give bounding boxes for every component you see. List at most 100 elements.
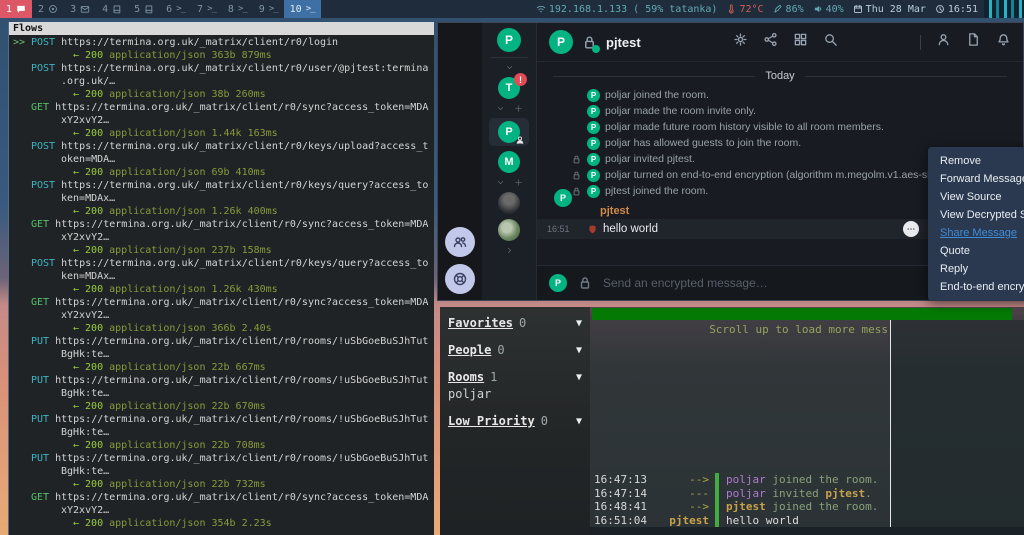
header-apps-button[interactable]	[793, 32, 808, 52]
flow-meta: application/json 237b 158ms	[103, 245, 272, 256]
room-avatar-T[interactable]: T!	[498, 77, 520, 99]
statue-avatar[interactable]	[498, 192, 520, 214]
header-files-button[interactable]	[966, 32, 981, 52]
status-segment-4: Thu 28 Mar	[853, 4, 926, 15]
collapse-arrow-icon[interactable]: ▼	[576, 344, 582, 358]
flow-request-line: PUT https://termina.org.uk/_matrix/clien…	[13, 452, 434, 465]
menu-item-end-to-end-encry[interactable]: End-to-end encry	[928, 278, 1024, 296]
header-share-button[interactable]	[763, 32, 778, 52]
section-toggle-rooms[interactable]	[496, 104, 523, 113]
header-notifications-button[interactable]	[996, 32, 1011, 52]
flows-header: Flows	[9, 22, 434, 35]
flow-row[interactable]: >>POST https://termina.org.uk/_matrix/cl…	[13, 36, 434, 62]
menu-item-quote[interactable]: Quote	[928, 242, 1024, 260]
collapse-arrow-icon[interactable]: ▼	[576, 317, 582, 331]
sender-avatar[interactable]: P	[554, 189, 572, 207]
section-toggle-invites[interactable]	[505, 63, 514, 72]
terminal-icon: >_	[238, 4, 247, 14]
flow-response: ← 200 application/json 1.44k 163ms	[13, 127, 434, 140]
system-status: 192.168.1.133 ( 59% tatanka)72°C86%40%Th…	[536, 4, 984, 15]
workspace-4[interactable]: 4	[96, 0, 128, 18]
room-avatar[interactable]: P	[549, 30, 573, 54]
event-text: poljar made the room invite only.	[605, 105, 756, 117]
flow-row[interactable]: GET https://termina.org.uk/_matrix/clien…	[13, 491, 434, 530]
workspace-2[interactable]: 2	[32, 0, 64, 18]
menu-item-share-message[interactable]: Share Message	[928, 224, 1024, 242]
flow-meta: application/json 69b 410ms	[103, 167, 266, 178]
settings-icon	[733, 32, 748, 47]
chat-message: hello world	[726, 514, 799, 527]
header-search-button[interactable]	[823, 32, 838, 52]
section-favorites[interactable]: Favorites0▼	[448, 316, 582, 330]
menu-item-view-source[interactable]: View Source	[928, 188, 1024, 206]
flow-row[interactable]: POST https://termina.org.uk/_matrix/clie…	[13, 179, 434, 218]
event-avatar: P	[587, 169, 600, 182]
members-icon	[936, 32, 951, 47]
flow-request-line: PUT https://termina.org.uk/_matrix/clien…	[13, 335, 434, 348]
workspace-8[interactable]: 8>_	[222, 0, 253, 18]
flow-row[interactable]: PUT https://termina.org.uk/_matrix/clien…	[13, 452, 434, 491]
flow-row[interactable]: PUT https://termina.org.uk/_matrix/clien…	[13, 374, 434, 413]
flow-row[interactable]: GET https://termina.org.uk/_matrix/clien…	[13, 218, 434, 257]
message-options-button[interactable]	[903, 221, 919, 237]
section-label: Rooms	[448, 370, 484, 384]
flow-row[interactable]: POST https://termina.org.uk/_matrix/clie…	[13, 140, 434, 179]
collapse-arrow-icon[interactable]: ▼	[576, 371, 582, 385]
composer-input[interactable]: Send an encrypted message…	[603, 276, 983, 290]
flow-method: POST	[31, 63, 55, 74]
flow-row[interactable]: PUT https://termina.org.uk/_matrix/clien…	[13, 413, 434, 452]
flow-row[interactable]: GET https://termina.org.uk/_matrix/clien…	[13, 101, 434, 140]
workspace-3[interactable]: 3	[64, 0, 96, 18]
globe-avatar[interactable]	[498, 219, 520, 241]
menu-item-remove[interactable]: Remove	[928, 152, 1024, 170]
event-text: poljar invited pjtest.	[605, 153, 695, 165]
flow-method: GET	[31, 297, 49, 308]
workspace-9[interactable]: 9>_	[253, 0, 284, 18]
share-icon	[763, 32, 778, 47]
flow-status: ← 200	[73, 479, 103, 490]
workspace-7[interactable]: 7>_	[191, 0, 222, 18]
header-members-button[interactable]	[936, 32, 951, 52]
flow-response: ← 200 application/json 354b 2.23s	[13, 517, 434, 530]
workspace-6[interactable]: 6>_	[160, 0, 191, 18]
flow-row[interactable]: GET https://termina.org.uk/_matrix/clien…	[13, 296, 434, 335]
menu-item-reply[interactable]: Reply	[928, 260, 1024, 278]
people-groups-button[interactable]	[445, 227, 475, 257]
section-toggle-people[interactable]	[496, 178, 523, 187]
room-avatar-M[interactable]: M	[498, 151, 520, 173]
section-people[interactable]: People0▼	[448, 343, 582, 357]
event-avatar: P	[587, 89, 600, 102]
room-header: P pjtest	[537, 23, 1023, 62]
chat-part: pjtest	[726, 500, 766, 513]
section-count: 0	[519, 316, 526, 330]
menu-item-view-decrypted-s[interactable]: View Decrypted S	[928, 206, 1024, 224]
event-avatar: P	[587, 105, 600, 118]
terminal-icon: >_	[306, 4, 315, 14]
menu-item-forward-message[interactable]: Forward Message	[928, 170, 1024, 188]
selected-room[interactable]: P	[489, 118, 529, 146]
flow-row[interactable]: POST https://termina.org.uk/_matrix/clie…	[13, 62, 434, 101]
header-settings-button[interactable]	[733, 32, 748, 52]
flow-url: https://termina.org.uk/_matrix/client/r0…	[49, 453, 428, 464]
chat-line: 16:51:04pjtesthello world	[594, 514, 890, 527]
room-item-poljar[interactable]: poljar	[448, 387, 582, 401]
user-menu-avatar[interactable]: P	[497, 28, 521, 52]
input-strip	[590, 527, 1024, 535]
workspace-10[interactable]: 10>_	[284, 0, 321, 18]
flow-row[interactable]: PUT https://termina.org.uk/_matrix/clien…	[13, 335, 434, 374]
flow-row[interactable]: POST https://termina.org.uk/_matrix/clie…	[13, 257, 434, 296]
event-text: poljar turned on end-to-end encryption (…	[605, 169, 951, 181]
section-rooms[interactable]: Rooms1▼poljar	[448, 370, 582, 401]
workspace-1[interactable]: 1	[0, 0, 32, 18]
event-avatar: P	[587, 185, 600, 198]
event-avatar: P	[587, 137, 600, 150]
section-low-priority[interactable]: Low Priority0▼	[448, 414, 582, 428]
prefix-separator	[715, 514, 719, 527]
room-header-icons	[733, 32, 1011, 52]
help-button[interactable]	[445, 264, 475, 294]
flow-response: ← 200 application/json 237b 158ms	[13, 244, 434, 257]
workspace-5[interactable]: 5	[128, 0, 160, 18]
collapse-arrow-icon[interactable]: ▼	[576, 415, 582, 429]
status-text: 72°C	[739, 4, 763, 15]
expand-panel-button[interactable]	[505, 246, 514, 255]
